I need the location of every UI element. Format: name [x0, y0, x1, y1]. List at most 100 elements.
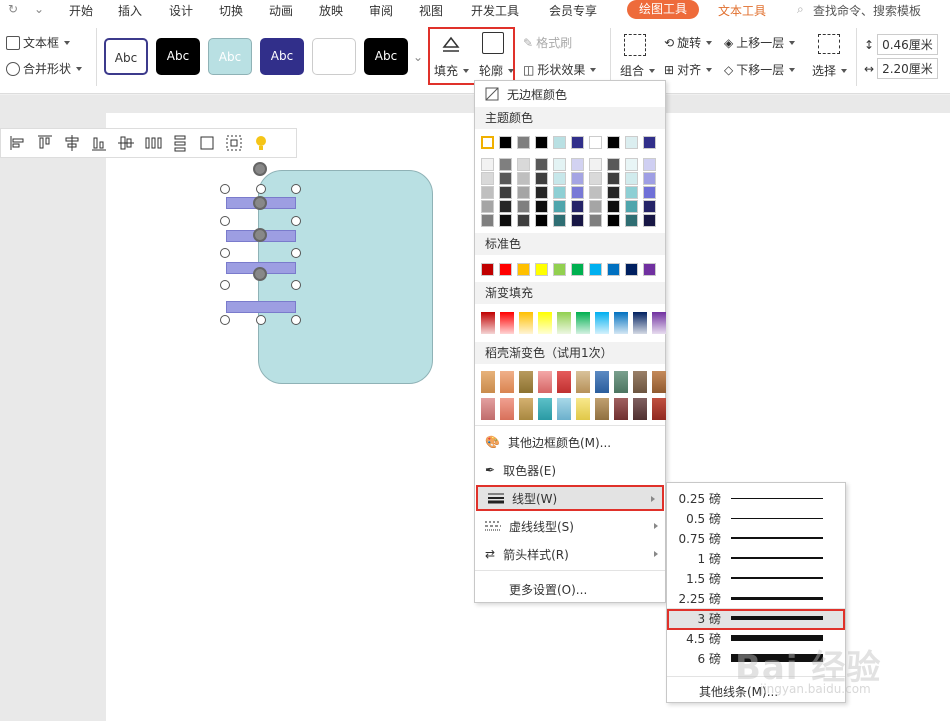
gradient-swatch[interactable] — [595, 312, 609, 334]
color-swatch[interactable] — [571, 158, 584, 171]
docer-gradient-swatch[interactable] — [576, 371, 590, 393]
resize-handle[interactable] — [220, 184, 230, 194]
color-swatch[interactable] — [589, 214, 602, 227]
color-swatch[interactable] — [643, 263, 656, 276]
line-width-item[interactable]: 0.75 磅 — [667, 528, 845, 548]
more-border-colors-item[interactable]: 🎨 其他边框颜色(M)... — [475, 429, 665, 455]
resize-handle[interactable] — [220, 248, 230, 258]
tab-insert[interactable]: 插入 — [118, 2, 142, 19]
tab-animation[interactable]: 动画 — [269, 2, 293, 19]
color-swatch[interactable] — [553, 136, 566, 149]
resize-handle[interactable] — [291, 184, 301, 194]
tab-developer[interactable]: 开发工具 — [471, 2, 519, 19]
gradient-swatch[interactable] — [500, 312, 514, 334]
redo-icon[interactable]: ↻ — [8, 2, 18, 16]
group-objects-icon[interactable] — [225, 134, 243, 152]
merge-shape-button[interactable]: 合并形状 — [6, 60, 83, 77]
shape-style-4[interactable]: Abc — [260, 38, 304, 75]
tab-review[interactable]: 审阅 — [369, 2, 393, 19]
color-swatch[interactable] — [625, 263, 638, 276]
color-swatch[interactable] — [481, 136, 494, 149]
color-swatch[interactable] — [535, 214, 548, 227]
color-swatch[interactable] — [535, 136, 548, 149]
color-swatch[interactable] — [607, 214, 620, 227]
width-field[interactable]: ↔ 2.20厘米 — [864, 58, 938, 79]
docer-gradient-swatch[interactable] — [595, 371, 609, 393]
format-painter-button[interactable]: ✎ 格式刷 — [523, 34, 572, 51]
gradient-swatch[interactable] — [481, 312, 495, 334]
height-value[interactable]: 0.46厘米 — [877, 34, 938, 55]
line-width-item[interactable]: 1 磅 — [667, 548, 845, 568]
color-swatch[interactable] — [481, 172, 494, 185]
color-swatch[interactable] — [589, 172, 602, 185]
outline-button[interactable]: 轮廓 — [479, 62, 515, 79]
docer-gradient-swatch[interactable] — [500, 398, 514, 420]
rotate-handle-icon[interactable] — [253, 228, 267, 242]
resize-handle[interactable] — [256, 184, 266, 194]
resize-handle[interactable] — [291, 315, 301, 325]
color-swatch[interactable] — [517, 158, 530, 171]
color-swatch[interactable] — [607, 158, 620, 171]
color-swatch[interactable] — [535, 172, 548, 185]
color-swatch[interactable] — [643, 186, 656, 199]
color-swatch[interactable] — [499, 214, 512, 227]
color-swatch[interactable] — [481, 214, 494, 227]
color-swatch[interactable] — [481, 158, 494, 171]
search-icon[interactable]: ⌕ — [797, 2, 804, 17]
color-swatch[interactable] — [571, 214, 584, 227]
tab-transition[interactable]: 切换 — [219, 2, 243, 19]
color-swatch[interactable] — [571, 172, 584, 185]
color-swatch[interactable] — [571, 186, 584, 199]
docer-gradient-swatch[interactable] — [614, 371, 628, 393]
color-swatch[interactable] — [499, 172, 512, 185]
color-swatch[interactable] — [607, 263, 620, 276]
docer-gradient-swatch[interactable] — [538, 371, 552, 393]
gradient-swatch[interactable] — [557, 312, 571, 334]
docer-gradient-swatch[interactable] — [500, 371, 514, 393]
docer-gradient-swatch[interactable] — [614, 398, 628, 420]
docer-gradient-swatch[interactable] — [481, 398, 495, 420]
dash-type-item[interactable]: 虚线线型(S) — [475, 513, 665, 539]
color-swatch[interactable] — [643, 172, 656, 185]
color-swatch[interactable] — [553, 214, 566, 227]
color-swatch[interactable] — [643, 136, 656, 149]
docer-gradient-swatch[interactable] — [538, 398, 552, 420]
search-input[interactable]: 查找命令、搜索模板 — [813, 2, 921, 19]
tab-slideshow[interactable]: 放映 — [319, 2, 343, 19]
docer-gradient-swatch[interactable] — [519, 371, 533, 393]
tab-view[interactable]: 视图 — [419, 2, 443, 19]
color-swatch[interactable] — [625, 186, 638, 199]
color-swatch[interactable] — [589, 186, 602, 199]
color-swatch[interactable] — [517, 200, 530, 213]
color-swatch[interactable] — [517, 186, 530, 199]
color-swatch[interactable] — [571, 200, 584, 213]
color-swatch[interactable] — [643, 158, 656, 171]
color-swatch[interactable] — [499, 136, 512, 149]
arrow-style-item[interactable]: ⇄ 箭头样式(R) — [475, 541, 665, 567]
line-width-item[interactable]: 0.25 磅 — [667, 488, 845, 508]
color-swatch[interactable] — [607, 200, 620, 213]
docer-gradient-swatch[interactable] — [652, 371, 666, 393]
move-down-button[interactable]: ◇ 下移一层 — [724, 61, 796, 78]
textbox-button[interactable]: 文本框 — [6, 34, 71, 51]
color-swatch[interactable] — [481, 200, 494, 213]
color-swatch[interactable] — [625, 158, 638, 171]
shape-style-1[interactable]: Abc — [104, 38, 148, 75]
gradient-swatch[interactable] — [519, 312, 533, 334]
align-center-horizontal-icon[interactable] — [63, 134, 81, 152]
align-middle-icon[interactable] — [117, 134, 135, 152]
color-swatch[interactable] — [517, 214, 530, 227]
resize-handle[interactable] — [220, 216, 230, 226]
gradient-swatch[interactable] — [576, 312, 590, 334]
docer-gradient-swatch[interactable] — [595, 398, 609, 420]
docer-gradient-swatch[interactable] — [633, 398, 647, 420]
color-swatch[interactable] — [643, 214, 656, 227]
color-swatch[interactable] — [625, 214, 638, 227]
line-type-item[interactable]: 线型(W) — [476, 485, 664, 511]
lightbulb-icon[interactable] — [252, 134, 270, 152]
color-swatch[interactable] — [499, 263, 512, 276]
shape-style-5[interactable] — [312, 38, 356, 75]
select-button[interactable]: 选择 — [812, 62, 848, 79]
color-swatch[interactable] — [571, 136, 584, 149]
tab-drawing-tools[interactable]: 绘图工具 — [627, 0, 699, 19]
